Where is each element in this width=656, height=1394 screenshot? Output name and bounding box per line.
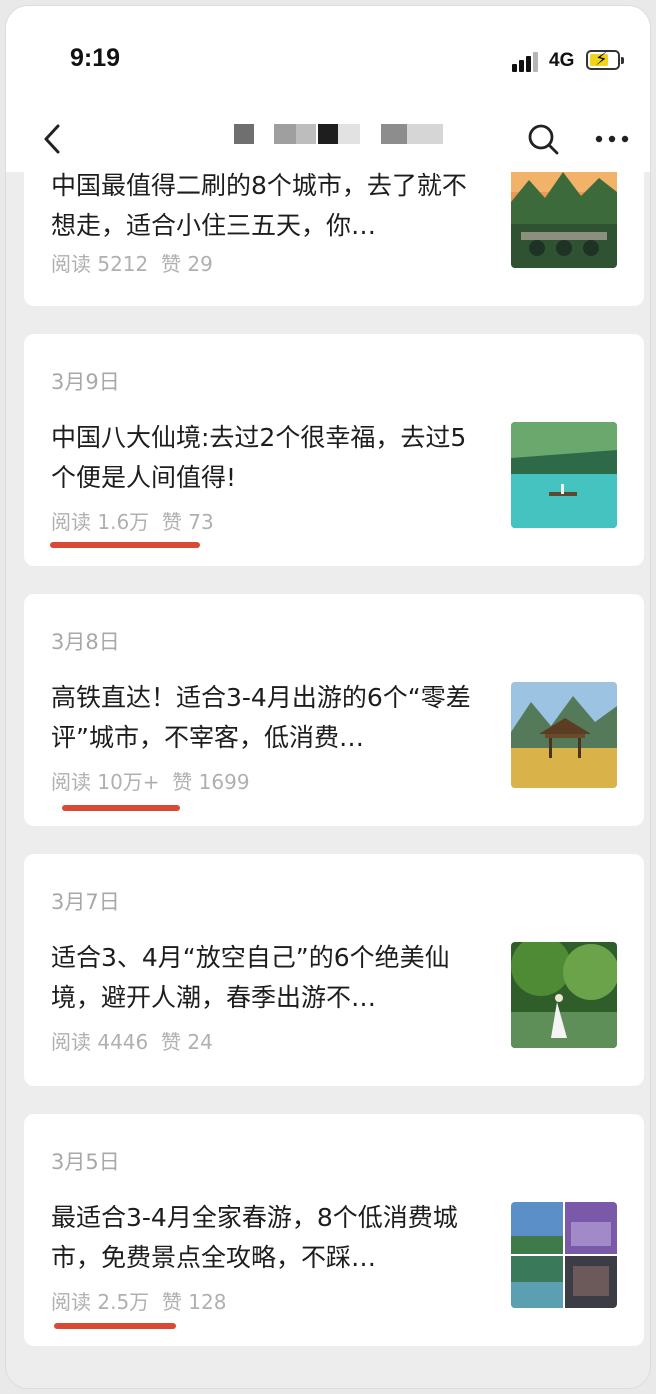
read-count: 4446 [97, 1030, 149, 1054]
read-count: 1.6万 [97, 510, 150, 534]
article-card[interactable]: 3月8日 高铁直达！适合3-4月出游的6个“零差评”城市，不宰客，低消费… 阅读… [24, 594, 644, 826]
article-title[interactable]: 中国八大仙境:去过2个很幸福，去过5个便是人间值得! [51, 418, 487, 498]
article-stats: 阅读 5212 赞 29 [51, 248, 213, 277]
article-card[interactable]: 3月5日 最适合3-4月全家春游，8个低消费城市，免费景点全攻略，不踩… 阅读 … [24, 1114, 644, 1346]
read-count: 10万+ [97, 770, 160, 794]
back-icon[interactable] [38, 122, 68, 156]
article-title[interactable]: 适合3、4月“放空自己”的6个绝美仙境，避开人潮，春季出游不… [51, 938, 487, 1018]
battery-icon: ⚡ [586, 49, 624, 70]
highlight-underline [50, 542, 200, 548]
read-label: 阅读 [51, 770, 91, 794]
article-title[interactable]: 高铁直达！适合3-4月出游的6个“零差评”城市，不宰客，低消费… [51, 678, 487, 758]
read-label: 阅读 [51, 252, 91, 276]
highlight-underline [62, 805, 180, 811]
like-label: 赞 [172, 770, 193, 794]
article-stats: 阅读 1.6万 赞 73 [51, 506, 214, 535]
read-count: 5212 [97, 252, 149, 276]
read-label: 阅读 [51, 1290, 91, 1314]
article-thumbnail[interactable] [511, 682, 617, 788]
article-title[interactable]: 最适合3-4月全家春游，8个低消费城市，免费景点全攻略，不踩… [51, 1198, 487, 1278]
like-label: 赞 [160, 1030, 181, 1054]
article-stats: 阅读 10万+ 赞 1699 [51, 766, 250, 795]
article-card[interactable]: 3月7日 适合3、4月“放空自己”的6个绝美仙境，避开人潮，春季出游不… 阅读 … [24, 854, 644, 1086]
status-bar: 9:19 4G ⚡ [6, 6, 650, 106]
bottom-spacer [6, 1370, 650, 1388]
like-label: 赞 [161, 510, 182, 534]
search-icon[interactable] [526, 122, 560, 156]
like-count: 29 [187, 252, 213, 276]
read-count: 2.5万 [97, 1290, 150, 1314]
more-icon[interactable] [592, 122, 632, 156]
signal-icon [512, 50, 542, 72]
phone-screen: 中国最值得二刷的8个城市，去了就不想走，适合小住三五天，你… 阅读 5212 赞… [6, 6, 650, 1388]
article-card[interactable]: 3月9日 中国八大仙境:去过2个很幸福，去过5个便是人间值得! 阅读 1.6万 … [24, 334, 644, 566]
article-date: 3月7日 [51, 890, 120, 914]
highlight-underline [54, 1323, 176, 1329]
article-thumbnail[interactable] [511, 422, 617, 528]
like-count: 73 [188, 510, 214, 534]
read-label: 阅读 [51, 510, 91, 534]
article-date: 3月5日 [51, 1150, 120, 1174]
like-count: 24 [187, 1030, 213, 1054]
article-title[interactable]: 中国最值得二刷的8个城市，去了就不想走，适合小住三五天，你… [51, 166, 487, 246]
like-label: 赞 [161, 1290, 182, 1314]
article-stats: 阅读 4446 赞 24 [51, 1026, 213, 1055]
read-label: 阅读 [51, 1030, 91, 1054]
article-thumbnail[interactable] [511, 1202, 617, 1308]
article-thumbnail[interactable] [511, 942, 617, 1048]
like-label: 赞 [160, 252, 181, 276]
status-time: 9:19 [70, 44, 121, 72]
like-count: 128 [188, 1290, 227, 1314]
article-thumbnail[interactable] [511, 162, 617, 268]
account-name-redacted [226, 124, 446, 152]
network-type: 4G [549, 50, 575, 71]
article-stats: 阅读 2.5万 赞 128 [51, 1286, 226, 1315]
article-date: 3月8日 [51, 630, 120, 654]
article-date: 3月9日 [51, 370, 120, 394]
navigation-bar [6, 106, 650, 172]
like-count: 1699 [198, 770, 250, 794]
